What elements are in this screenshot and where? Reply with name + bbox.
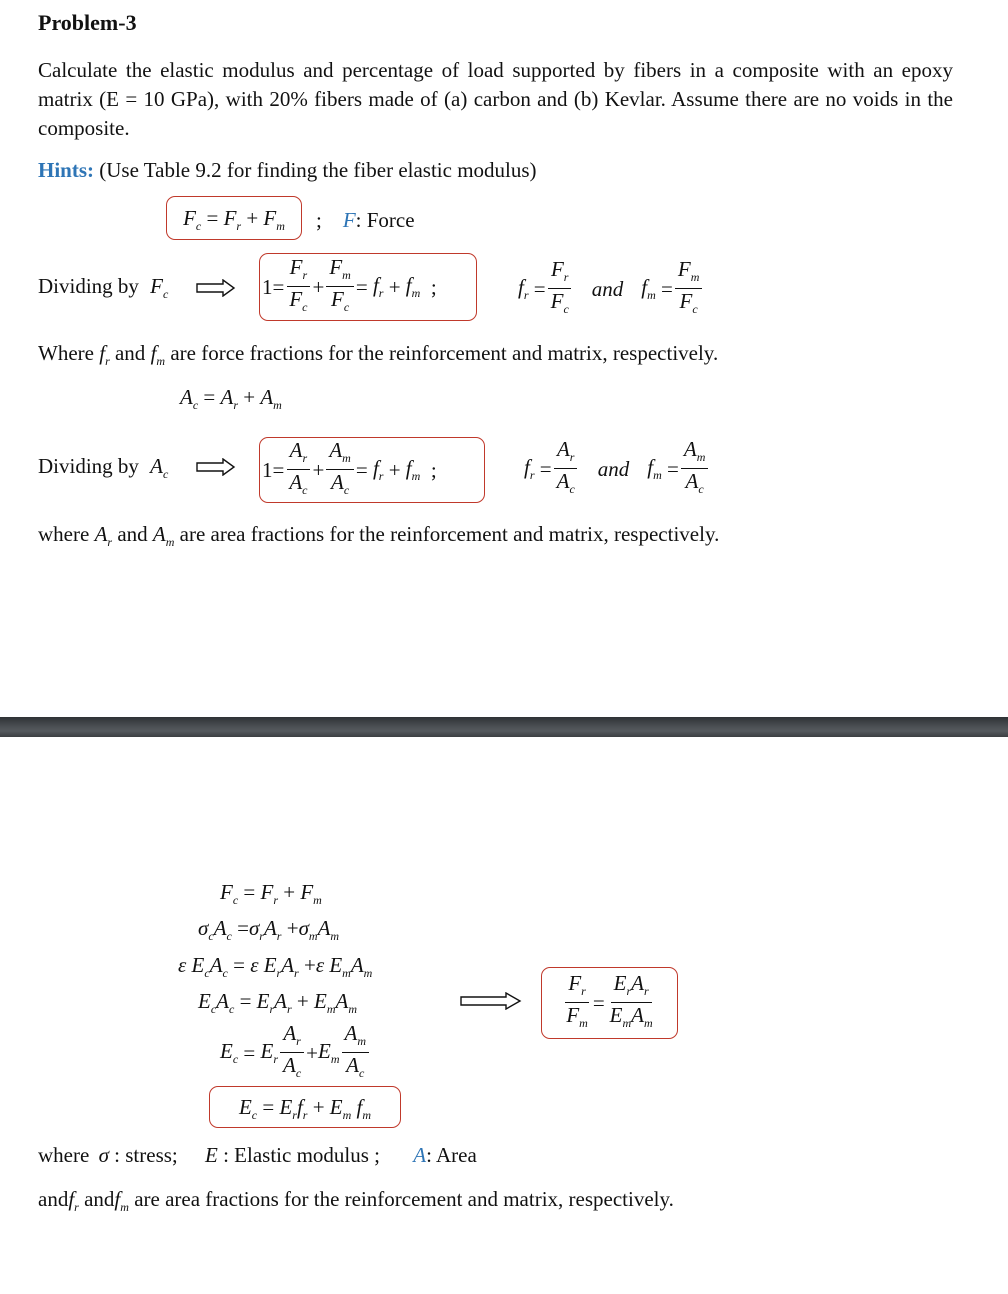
hints-label: Hints: bbox=[38, 158, 95, 182]
dividing-by-fc-label: Dividing by Fc bbox=[38, 274, 169, 301]
force-fractions-explanation: Where fr and fm are force fractions for … bbox=[38, 341, 719, 368]
stress-legend: : stress; bbox=[114, 1143, 178, 1167]
and-word: and bbox=[117, 522, 148, 546]
force-legend: ; F: Force bbox=[316, 208, 415, 233]
force-symbol: F bbox=[342, 208, 356, 232]
hints-line: Hints: (Use Table 9.2 for finding the fi… bbox=[38, 158, 537, 183]
problem-title: Problem-3 bbox=[38, 10, 137, 35]
and-word: and bbox=[84, 1187, 115, 1211]
where-word: where bbox=[38, 1143, 90, 1167]
derivation-line-2: σcAc =σrAr +σmAm bbox=[198, 916, 340, 943]
explanation-text: are area fractions for the reinforcement… bbox=[134, 1187, 674, 1211]
variable-legend: where σ : stress; E : Elastic modulus ; … bbox=[38, 1143, 477, 1167]
derivation-line-3: ε EcAc = ε ErAr +ε EmAm bbox=[178, 953, 373, 980]
where-word: where bbox=[38, 522, 90, 546]
area-fraction-definitions: fr = Ar Ac and fm = Am Ac bbox=[524, 438, 710, 500]
derivation-line-5: Ec = Er Ar Ac + Em Am Ac bbox=[220, 1022, 371, 1084]
area-fraction-equation: 1= Ar Ac + Am Ac = fr + fm ; bbox=[259, 437, 485, 503]
dividing-label-text: Dividing by bbox=[38, 274, 139, 298]
and-word: and bbox=[38, 1187, 69, 1211]
area-fractions-explanation: where Ar and Am are area fractions for t… bbox=[38, 522, 720, 549]
explanation-text: are force fractions for the reinforcemen… bbox=[170, 341, 719, 365]
dividing-by-ac-label: Dividing by Ac bbox=[38, 454, 169, 481]
right-arrow-icon bbox=[460, 992, 522, 1010]
dividing-label-text: Dividing by bbox=[38, 454, 139, 478]
rule-of-mixtures-equation: Ec = Erfr + Em fm bbox=[209, 1086, 401, 1128]
force-fraction-equation: 1= Fr Fc + Fm Fc = fr + fm ; bbox=[259, 253, 477, 321]
explanation-text: are area fractions for the reinforcement… bbox=[179, 522, 720, 546]
area-symbol: A bbox=[413, 1143, 427, 1167]
where-word: Where bbox=[38, 341, 94, 365]
separator-semicolon: ; bbox=[316, 208, 322, 232]
force-fraction-definitions: fr = Fr Fc and fm = Fm Fc bbox=[518, 258, 704, 320]
and-word: and bbox=[597, 456, 630, 481]
area-legend: : Area bbox=[426, 1143, 477, 1167]
right-arrow-icon bbox=[196, 279, 236, 297]
derivation-line-1: Fc = Fr + Fm bbox=[220, 880, 322, 907]
force-legend-text: : Force bbox=[355, 208, 415, 232]
hints-text: (Use Table 9.2 for finding the fiber ela… bbox=[99, 158, 537, 182]
right-arrow-icon bbox=[196, 458, 236, 476]
derivation-line-4: EcAc = ErAr + EmAm bbox=[198, 989, 357, 1016]
problem-statement: Calculate the elastic modulus and percen… bbox=[38, 58, 953, 140]
area-balance-equation: Ac = Ar + Am bbox=[180, 385, 282, 412]
force-balance-equation: Fc = Fr + Fm bbox=[166, 196, 302, 240]
fractions-footer: andfr andfm are area fractions for the r… bbox=[38, 1187, 674, 1214]
force-ratio-equation: Fr Fm = ErAr EmAm bbox=[541, 967, 678, 1039]
and-word: and bbox=[114, 341, 146, 365]
section-separator bbox=[0, 717, 1008, 737]
elastic-modulus-legend: : Elastic modulus ; bbox=[223, 1143, 380, 1167]
and-word: and bbox=[591, 276, 624, 301]
